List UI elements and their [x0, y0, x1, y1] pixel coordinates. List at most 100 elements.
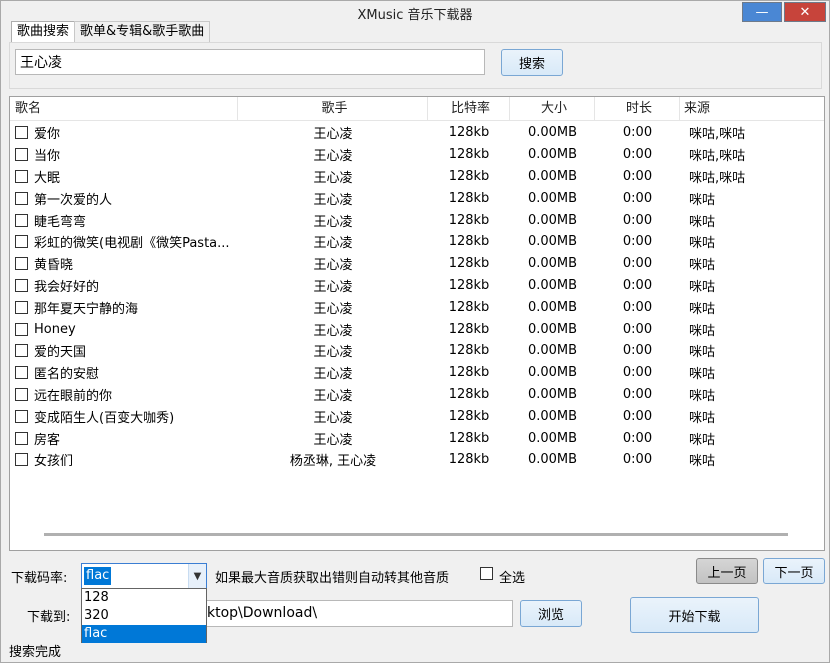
- song-name: 房客: [34, 432, 61, 448]
- table-row[interactable]: 第一次爱的人 王心凌 128kb 0.00MB 0:00 咪咕: [10, 187, 824, 209]
- source-cell: 咪咕: [689, 192, 716, 208]
- song-name-cell: 第一次爱的人: [10, 189, 238, 208]
- status-text: 搜索完成: [9, 645, 62, 660]
- row-checkbox[interactable]: [15, 344, 28, 358]
- duration-cell: 0:00: [622, 234, 653, 250]
- bitrate-selected-value: flac: [84, 567, 112, 585]
- select-all-checkbox[interactable]: [480, 567, 493, 580]
- table-row[interactable]: 睫毛弯弯 王心凌 128kb 0.00MB 0:00 咪咕: [10, 209, 824, 231]
- table-row[interactable]: 当你 王心凌 128kb 0.00MB 0:00 咪咕,咪咕: [10, 144, 824, 166]
- source-cell: 咪咕: [689, 279, 716, 295]
- tab-bar: 歌曲搜索 歌单&专辑&歌手歌曲: [11, 21, 211, 44]
- row-checkbox[interactable]: [15, 366, 28, 380]
- size-cell: 0.00MB: [527, 190, 578, 206]
- table-row[interactable]: 爱的天国 王心凌 128kb 0.00MB 0:00 咪咕: [10, 340, 824, 362]
- row-checkbox[interactable]: [15, 191, 28, 205]
- col-header-duration[interactable]: 时长: [595, 97, 680, 121]
- row-checkbox[interactable]: [15, 257, 28, 271]
- table-row[interactable]: Honey 王心凌 128kb 0.00MB 0:00 咪咕: [10, 318, 824, 340]
- duration-cell: 0:00: [622, 277, 653, 293]
- col-header-singer[interactable]: 歌手: [238, 97, 428, 121]
- table-row[interactable]: 女孩们 杨丞琳, 王心凌 128kb 0.00MB 0:00 咪咕: [10, 449, 824, 471]
- col-header-size[interactable]: 大小: [510, 97, 595, 121]
- table-row[interactable]: 匿名的安慰 王心凌 128kb 0.00MB 0:00 咪咕: [10, 362, 824, 384]
- next-page-button[interactable]: 下一页: [763, 558, 825, 584]
- browse-button[interactable]: 浏览: [520, 600, 582, 627]
- singer-cell: 王心凌: [313, 236, 353, 252]
- table-row[interactable]: 黄昏晓 王心凌 128kb 0.00MB 0:00 咪咕: [10, 253, 824, 275]
- row-checkbox[interactable]: [15, 300, 28, 314]
- song-name-cell: 彩虹的微笑(电视剧《微笑Pasta...: [10, 232, 238, 251]
- duration-cell: 0:00: [622, 430, 653, 446]
- table-row[interactable]: 彩虹的微笑(电视剧《微笑Pasta... 王心凌 128kb 0.00MB 0:00 咪咕: [10, 231, 824, 253]
- song-name: 变成陌生人(百变大咖秀): [34, 410, 175, 426]
- col-header-source[interactable]: 来源: [680, 97, 824, 121]
- singer-cell: 王心凌: [313, 345, 353, 361]
- search-input[interactable]: [15, 49, 485, 75]
- song-name: Honey: [34, 321, 76, 337]
- duration-cell: 0:00: [622, 343, 653, 359]
- duration-cell: 0:00: [622, 212, 653, 228]
- bitrate-option-128[interactable]: 128: [82, 589, 206, 607]
- duration-cell: 0:00: [622, 408, 653, 424]
- singer-cell: 王心凌: [313, 323, 353, 339]
- prev-page-button[interactable]: 上一页: [696, 558, 758, 584]
- horizontal-scrollbar[interactable]: [44, 533, 788, 536]
- row-checkbox[interactable]: [15, 453, 28, 467]
- row-checkbox[interactable]: [15, 213, 28, 227]
- col-header-name[interactable]: 歌名: [10, 97, 238, 121]
- row-checkbox[interactable]: [15, 148, 28, 162]
- source-cell: 咪咕: [689, 345, 716, 361]
- duration-cell: 0:00: [622, 299, 653, 315]
- search-button[interactable]: 搜索: [501, 49, 563, 76]
- source-cell: 咪咕,咪咕: [689, 149, 746, 165]
- select-all-label: 全选: [499, 571, 526, 586]
- duration-cell: 0:00: [622, 365, 653, 381]
- size-cell: 0.00MB: [527, 408, 578, 424]
- bitrate-option-flac[interactable]: flac: [82, 625, 206, 643]
- title-bar: XMusic 音乐下载器 — ✕: [1, 1, 829, 23]
- row-checkbox[interactable]: [15, 322, 28, 336]
- fallback-note: 如果最大音质获取出错则自动转其他音质: [215, 571, 450, 586]
- bitrate-option-320[interactable]: 320: [82, 607, 206, 625]
- bitrate-select[interactable]: flac ▼: [81, 563, 207, 589]
- tab-song-search[interactable]: 歌曲搜索: [11, 21, 76, 44]
- row-checkbox[interactable]: [15, 169, 28, 183]
- minimize-icon: —: [755, 4, 769, 20]
- row-checkbox[interactable]: [15, 431, 28, 445]
- row-checkbox[interactable]: [15, 409, 28, 423]
- singer-cell: 王心凌: [313, 192, 353, 208]
- table-row[interactable]: 变成陌生人(百变大咖秀) 王心凌 128kb 0.00MB 0:00 咪咕: [10, 405, 824, 427]
- song-name-cell: 爱的天国: [10, 341, 238, 360]
- row-checkbox[interactable]: [15, 126, 28, 140]
- table-row[interactable]: 爱你 王心凌 128kb 0.00MB 0:00 咪咕,咪咕: [10, 122, 824, 144]
- song-name-cell: 睫毛弯弯: [10, 211, 238, 230]
- song-name: 当你: [34, 149, 61, 165]
- chevron-down-icon[interactable]: ▼: [188, 564, 206, 588]
- table-row[interactable]: 那年夏天宁静的海 王心凌 128kb 0.00MB 0:00 咪咕: [10, 296, 824, 318]
- close-button[interactable]: ✕: [784, 2, 826, 22]
- table-row[interactable]: 远在眼前的你 王心凌 128kb 0.00MB 0:00 咪咕: [10, 384, 824, 406]
- singer-cell: 王心凌: [313, 170, 353, 186]
- bitrate-cell: 128kb: [448, 386, 490, 402]
- start-download-button[interactable]: 开始下载: [630, 597, 759, 633]
- close-icon: ✕: [799, 4, 811, 20]
- size-cell: 0.00MB: [527, 256, 578, 272]
- minimize-button[interactable]: —: [742, 2, 782, 22]
- table-row[interactable]: 大眠 王心凌 128kb 0.00MB 0:00 咪咕,咪咕: [10, 166, 824, 188]
- row-checkbox[interactable]: [15, 387, 28, 401]
- source-cell: 咪咕: [689, 410, 716, 426]
- bitrate-cell: 128kb: [448, 321, 490, 337]
- table-row[interactable]: 我会好好的 王心凌 128kb 0.00MB 0:00 咪咕: [10, 275, 824, 297]
- bitrate-cell: 128kb: [448, 256, 490, 272]
- source-cell: 咪咕: [689, 236, 716, 252]
- song-name-cell: 爱你: [10, 123, 238, 142]
- tab-playlist-album[interactable]: 歌单&专辑&歌手歌曲: [74, 21, 211, 43]
- col-header-bitrate[interactable]: 比特率: [428, 97, 510, 121]
- row-checkbox[interactable]: [15, 235, 28, 249]
- singer-cell: 王心凌: [313, 410, 353, 426]
- row-checkbox[interactable]: [15, 278, 28, 292]
- duration-cell: 0:00: [622, 168, 653, 184]
- table-row[interactable]: 房客 王心凌 128kb 0.00MB 0:00 咪咕: [10, 427, 824, 449]
- bitrate-cell: 128kb: [448, 365, 490, 381]
